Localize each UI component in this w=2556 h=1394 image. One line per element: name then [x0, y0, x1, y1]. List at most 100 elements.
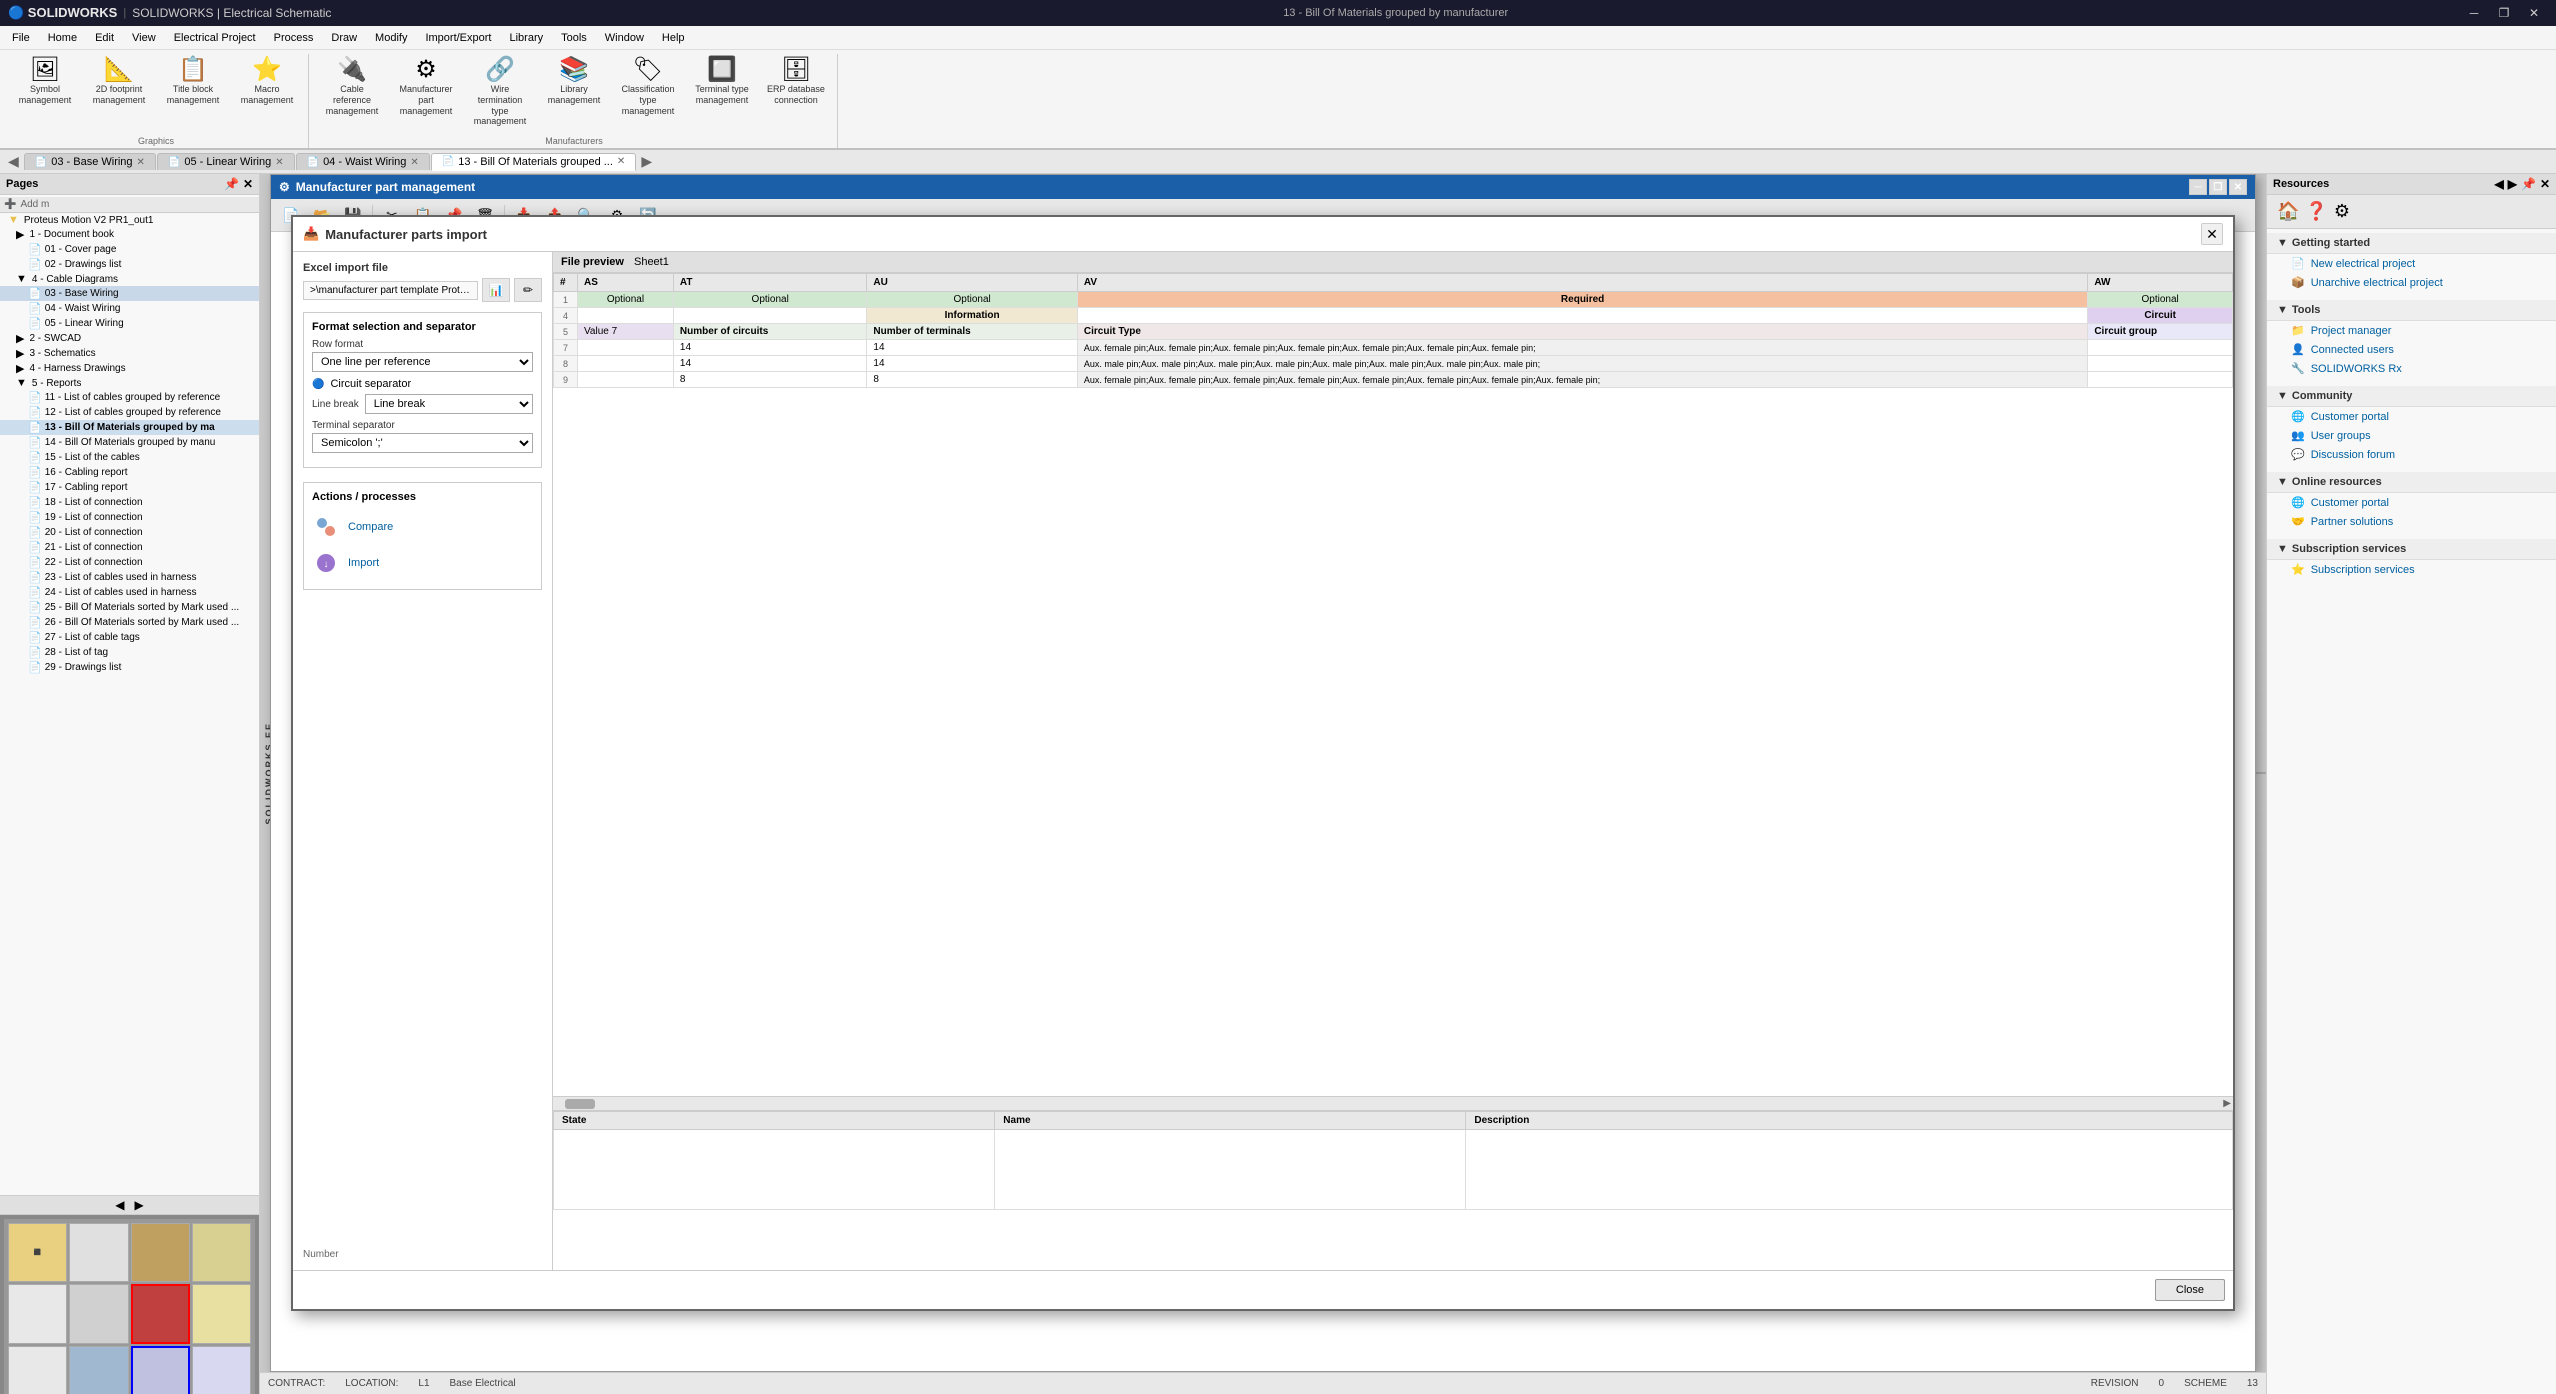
menu-view[interactable]: View	[124, 30, 164, 46]
h-scrollbar[interactable]: ▶	[553, 1096, 2233, 1110]
tree-bom-13[interactable]: 📄 13 - Bill Of Materials grouped by ma	[0, 420, 259, 435]
erp-btn[interactable]: 🗄 ERP database connection	[761, 54, 831, 110]
cable-ref-btn[interactable]: 🔌 Cable reference management	[317, 54, 387, 120]
tab-waist-wiring[interactable]: 📄 04 - Waist Wiring ✕	[296, 153, 430, 170]
res-help-icon[interactable]: ❓	[2305, 201, 2327, 222]
mfr-dialog-maximize[interactable]: ❐	[2209, 179, 2227, 195]
tree-reports[interactable]: ▼ 5 - Reports	[0, 376, 259, 390]
tree-harness-cables-24[interactable]: 📄 24 - List of cables used in harness	[0, 585, 259, 600]
tree-cabling-16[interactable]: 📄 16 - Cabling report	[0, 465, 259, 480]
scroll-right-btn[interactable]: ▶	[2223, 1098, 2231, 1109]
footprint-mgmt-btn[interactable]: 📐 2D footprint management	[84, 54, 154, 110]
resources-nav-right[interactable]: ▶	[2508, 177, 2517, 191]
tree-connection-22[interactable]: 📄 22 - List of connection	[0, 555, 259, 570]
tree-waist-wiring[interactable]: 📄 04 - Waist Wiring	[0, 301, 259, 316]
import-action-label[interactable]: Import	[348, 557, 379, 569]
mfr-dialog-close[interactable]: ✕	[2229, 179, 2247, 195]
connected-users-item[interactable]: 👤 Connected users	[2267, 340, 2556, 359]
title-block-btn[interactable]: 📋 Title block management	[158, 54, 228, 110]
tree-connection-19[interactable]: 📄 19 - List of connection	[0, 510, 259, 525]
menu-draw[interactable]: Draw	[323, 30, 365, 46]
row-format-select[interactable]: One line per reference	[312, 352, 533, 372]
tab-close-waist-wiring[interactable]: ✕	[410, 157, 418, 168]
tree-tag-28[interactable]: 📄 28 - List of tag	[0, 645, 259, 660]
wire-term-btn[interactable]: 🔗 Wire termination type management	[465, 54, 535, 131]
menu-electrical-project[interactable]: Electrical Project	[166, 30, 264, 46]
tab-base-wiring[interactable]: 📄 03 - Base Wiring ✕	[24, 153, 156, 170]
menu-modify[interactable]: Modify	[367, 30, 415, 46]
tree-cable-tags-27[interactable]: 📄 27 - List of cable tags	[0, 630, 259, 645]
pages-pin-btn[interactable]: 📌	[224, 177, 239, 191]
menu-process[interactable]: Process	[266, 30, 322, 46]
library-mgmt-btn[interactable]: 📚 Library management	[539, 54, 609, 110]
line-break-select[interactable]: Line break	[365, 394, 533, 414]
preview-table-container[interactable]: # AS AT AU AV AW	[553, 273, 2233, 1096]
customer-portal-item[interactable]: 🌐 Customer portal	[2267, 407, 2556, 426]
subscription-item[interactable]: ⭐ Subscription services	[2267, 560, 2556, 579]
import-dialog-close-btn[interactable]: ✕	[2201, 223, 2223, 245]
unarchive-item[interactable]: 📦 Unarchive electrical project	[2267, 273, 2556, 292]
menu-window[interactable]: Window	[597, 30, 652, 46]
getting-started-title[interactable]: ▼ Getting started	[2267, 233, 2556, 254]
tree-connection-20[interactable]: 📄 20 - List of connection	[0, 525, 259, 540]
import-close-btn[interactable]: Close	[2155, 1279, 2225, 1301]
new-project-item[interactable]: 📄 New electrical project	[2267, 254, 2556, 273]
tree-bom-25[interactable]: 📄 25 - Bill Of Materials sorted by Mark …	[0, 600, 259, 615]
tree-root[interactable]: ▼ Proteus Motion V2 PR1_out1	[0, 213, 259, 227]
tree-cable-diagrams[interactable]: ▼ 4 - Cable Diagrams	[0, 272, 259, 286]
tab-linear-wiring[interactable]: 📄 05 - Linear Wiring ✕	[157, 153, 295, 170]
project-manager-item[interactable]: 📁 Project manager	[2267, 321, 2556, 340]
tab-close-base-wiring[interactable]: ✕	[137, 157, 145, 168]
resources-pin-btn[interactable]: 📌	[2521, 177, 2536, 191]
online-customer-portal-item[interactable]: 🌐 Customer portal	[2267, 493, 2556, 512]
mfr-dialog-minimize[interactable]: ─	[2189, 179, 2207, 195]
terminal-type-btn[interactable]: 🔲 Terminal type management	[687, 54, 757, 110]
subscription-services-title[interactable]: ▼ Subscription services	[2267, 539, 2556, 560]
tools-title[interactable]: ▼ Tools	[2267, 300, 2556, 321]
solidworks-rx-item[interactable]: 🔧 SOLIDWORKS Rx	[2267, 359, 2556, 378]
tabs-nav-right[interactable]: ▶	[637, 153, 656, 170]
tree-cabling-17[interactable]: 📄 17 - Cabling report	[0, 480, 259, 495]
macro-mgmt-btn[interactable]: ⭐ Macro management	[232, 54, 302, 110]
tree-drawings-29[interactable]: 📄 29 - Drawings list	[0, 660, 259, 675]
online-resources-title[interactable]: ▼ Online resources	[2267, 472, 2556, 493]
symbol-mgmt-btn[interactable]: 🖼 Symbol management	[10, 54, 80, 110]
tab-bom-grouped[interactable]: 📄 13 - Bill Of Materials grouped ... ✕	[431, 153, 637, 171]
tree-drawings-list[interactable]: 📄 02 - Drawings list	[0, 257, 259, 272]
menu-home[interactable]: Home	[40, 30, 85, 46]
menu-import-export[interactable]: Import/Export	[417, 30, 499, 46]
minimize-btn[interactable]: ─	[2460, 3, 2488, 23]
file-path-input[interactable]	[303, 281, 478, 300]
tree-linear-wiring[interactable]: 📄 05 - Linear Wiring	[0, 316, 259, 331]
tree-harness[interactable]: ▶ 4 - Harness Drawings	[0, 361, 259, 376]
menu-library[interactable]: Library	[501, 30, 551, 46]
menu-file[interactable]: File	[4, 30, 38, 46]
tree-scroll-right[interactable]: ▶	[135, 1198, 144, 1212]
user-groups-item[interactable]: 👥 User groups	[2267, 426, 2556, 445]
res-home-icon[interactable]: 🏠	[2277, 201, 2299, 222]
tree-connection-21[interactable]: 📄 21 - List of connection	[0, 540, 259, 555]
add-page-btn[interactable]: ➕	[4, 199, 16, 210]
tree-list-cables-11[interactable]: 📄 11 - List of cables grouped by referen…	[0, 390, 259, 405]
menu-edit[interactable]: Edit	[87, 30, 122, 46]
terminal-sep-select[interactable]: Semicolon ';'	[312, 433, 533, 453]
file-edit-btn[interactable]: ✏	[514, 278, 542, 302]
menu-tools[interactable]: Tools	[553, 30, 595, 46]
close-btn[interactable]: ✕	[2520, 3, 2548, 23]
classification-btn[interactable]: 🏷 Classification type management	[613, 54, 683, 120]
tree-connection-18[interactable]: 📄 18 - List of connection	[0, 495, 259, 510]
tree-swcad[interactable]: ▶ 2 - SWCAD	[0, 331, 259, 346]
compare-btn[interactable]	[312, 513, 340, 541]
tree-bom-14[interactable]: 📄 14 - Bill Of Materials grouped by manu	[0, 435, 259, 450]
tree-cover-page[interactable]: 📄 01 - Cover page	[0, 242, 259, 257]
resources-nav-left[interactable]: ◀	[2495, 177, 2504, 191]
maximize-btn[interactable]: ❐	[2490, 3, 2518, 23]
res-settings-icon[interactable]: ⚙	[2334, 201, 2350, 222]
discussion-forum-item[interactable]: 💬 Discussion forum	[2267, 445, 2556, 464]
resources-close-btn[interactable]: ✕	[2540, 177, 2550, 191]
tree-base-wiring[interactable]: 📄 03 - Base Wiring	[0, 286, 259, 301]
partner-solutions-item[interactable]: 🤝 Partner solutions	[2267, 512, 2556, 531]
community-title[interactable]: ▼ Community	[2267, 386, 2556, 407]
tree-document-book[interactable]: ▶ 1 - Document book	[0, 227, 259, 242]
tree-cables-15[interactable]: 📄 15 - List of the cables	[0, 450, 259, 465]
